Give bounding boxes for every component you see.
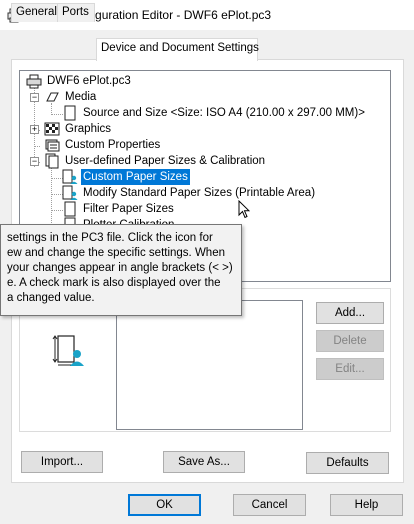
cancel-button[interactable]: Cancel (233, 494, 306, 516)
tooltip-line: your changes appear in angle brackets (<… (7, 262, 233, 274)
tree-item-media[interactable]: Media (44, 89, 98, 105)
save-as-button[interactable]: Save As... (163, 451, 245, 473)
tooltip-line: a changed value. (7, 292, 95, 304)
custom-paper-sizes-list[interactable] (116, 300, 303, 430)
import-button[interactable]: Import... (21, 451, 103, 473)
tree-item-label: Source and Size <Size: ISO A4 (210.00 x … (83, 107, 365, 119)
tooltip-line: settings in the PC3 file. Click the icon… (7, 232, 213, 244)
tree-item-filter-paper-sizes[interactable]: Filter Paper Sizes (62, 201, 176, 217)
plotter-icon (26, 74, 42, 89)
tree-item-label: Media (65, 91, 97, 103)
tree-item-label: Modify Standard Paper Sizes (Printable A… (83, 187, 316, 199)
tree-item-custom-properties[interactable]: Custom Properties (44, 137, 162, 153)
tree-item-label: Custom Properties (65, 139, 161, 151)
custom-paper-icon (62, 169, 78, 184)
folder-pages-icon (45, 153, 59, 169)
tree-item-label: User-defined Paper Sizes & Calibration (65, 155, 266, 167)
tree-item-label: DWF6 ePlot.pc3 (47, 75, 131, 87)
tree-item-root[interactable]: DWF6 ePlot.pc3 (26, 73, 133, 89)
expand-graphics-toggle[interactable]: + (30, 125, 39, 134)
tab-general[interactable]: General (11, 3, 58, 22)
graphics-icon (44, 122, 60, 136)
tree-item-label: Filter Paper Sizes (83, 203, 174, 215)
tooltip-line: e. A check mark is also displayed over t… (7, 277, 221, 289)
tab-device-and-document-settings[interactable]: Device and Document Settings (96, 38, 259, 61)
ok-button[interactable]: OK (128, 494, 201, 516)
defaults-button[interactable]: Defaults (306, 452, 389, 474)
tree-item-label: Custom Paper Sizes (81, 169, 190, 185)
mouse-cursor-icon (238, 200, 250, 219)
delete-button[interactable]: Delete (316, 330, 384, 352)
help-button[interactable]: Help (330, 494, 403, 516)
collapse-user-defined-toggle[interactable]: − (30, 157, 39, 166)
modify-paper-icon (62, 185, 78, 200)
tree-item-source-and-size[interactable]: Source and Size <Size: ISO A4 (210.00 x … (62, 105, 367, 121)
tooltip-line: ew and change the specific settings. Whe… (7, 247, 225, 259)
add-button[interactable]: Add... (316, 302, 384, 324)
media-icon (46, 92, 59, 102)
tree-item-custom-paper-sizes[interactable]: Custom Paper Sizes (62, 169, 190, 185)
help-tooltip: settings in the PC3 file. Click the icon… (0, 224, 242, 316)
tree-item-graphics[interactable]: Graphics (44, 121, 113, 137)
tree-item-label: Graphics (65, 123, 112, 135)
tab-ports[interactable]: Ports (57, 3, 95, 22)
edit-button[interactable]: Edit... (316, 358, 384, 380)
page-icon (64, 201, 76, 217)
custom-properties-icon (45, 139, 60, 152)
tree-item-user-defined-paper-sizes[interactable]: User-defined Paper Sizes & Calibration (44, 153, 267, 169)
custom-paper-size-icon (52, 335, 84, 366)
page-icon (64, 105, 76, 121)
tree-item-modify-standard-paper-sizes[interactable]: Modify Standard Paper Sizes (Printable A… (62, 185, 317, 201)
collapse-media-toggle[interactable]: − (30, 93, 39, 102)
